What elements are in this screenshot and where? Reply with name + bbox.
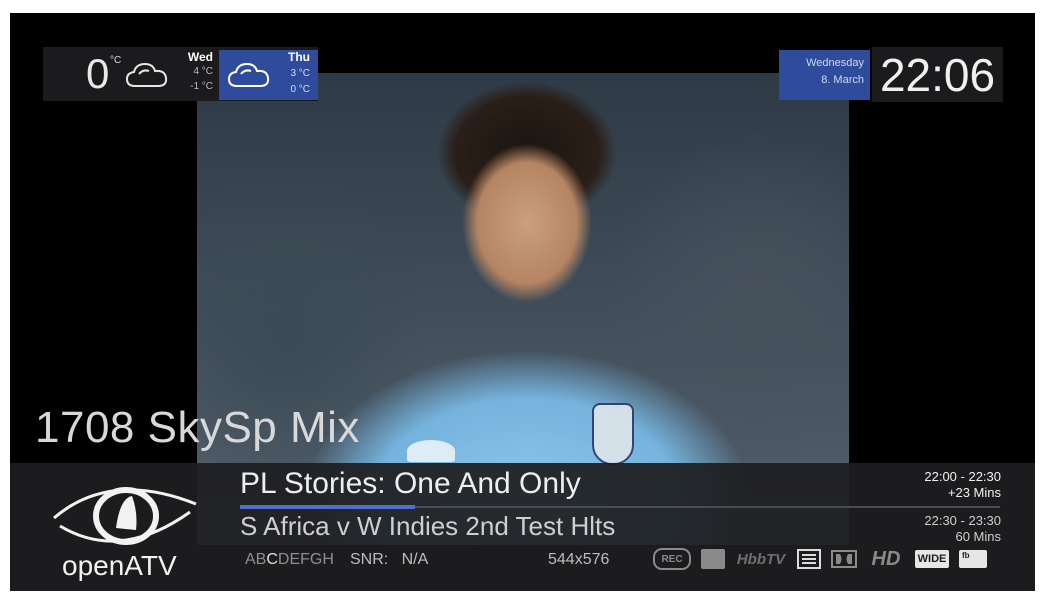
tomorrow-low: 0 °C xyxy=(290,84,310,95)
dolby-icon xyxy=(831,550,857,568)
caid-letters: AB xyxy=(245,551,267,568)
video-resolution: 544x576 xyxy=(548,551,610,568)
caid-letters: DEFGH xyxy=(277,551,334,568)
widescreen-icon: WIDE xyxy=(915,550,949,568)
temperature-unit: °C xyxy=(110,55,122,66)
today-low: -1 °C xyxy=(190,81,213,92)
snr-value: N/A xyxy=(401,551,429,568)
hbbtv-icon: HbbTV xyxy=(736,550,786,568)
tv-screen: 0 °C Wed 4 °C -1 °C Thu 3 °C 0 °C Wednes… xyxy=(10,13,1035,591)
now-remaining: +23 Mins xyxy=(947,485,1001,500)
subtitle-icon xyxy=(701,549,725,569)
next-duration: 60 Mins xyxy=(955,529,1001,544)
event-progress-bar xyxy=(240,505,1000,509)
tomorrow-forecast: Thu 3 °C 0 °C xyxy=(219,50,318,100)
date-day-month: 8. March xyxy=(821,74,864,86)
club-crest-icon xyxy=(592,403,634,465)
channel-name: 1708 SkySp Mix xyxy=(35,403,360,452)
cloud-icon xyxy=(227,62,270,87)
snr-label: SNR: xyxy=(350,551,389,568)
event-progress-fill xyxy=(240,505,415,509)
date-weekday: Wednesday xyxy=(806,57,864,69)
weather-panel: 0 °C Wed 4 °C -1 °C Thu 3 °C 0 °C xyxy=(43,47,318,101)
openatv-logo: openATV xyxy=(50,476,200,581)
kappa-logo-icon xyxy=(407,440,455,462)
caid-letters: C xyxy=(266,551,278,568)
next-time-range: 22:30 - 23:30 xyxy=(924,513,1001,528)
current-temperature: 0 xyxy=(86,50,110,97)
tomorrow-day: Thu xyxy=(288,50,310,64)
tomorrow-high: 3 °C xyxy=(290,68,310,79)
now-event-time: 22:00 - 22:30 +23 Mins xyxy=(924,469,1001,501)
now-time-range: 22:00 - 22:30 xyxy=(924,469,1001,484)
status-icons: REC HbbTV HD WIDE fb xyxy=(653,548,987,570)
next-event-time: 22:30 - 23:30 60 Mins xyxy=(924,513,1001,545)
infobar: openATV PL Stories: One And Only S Afric… xyxy=(10,463,1035,591)
caid-indicators: ABCDEFGH xyxy=(245,551,334,571)
snr-readout: SNR: N/A xyxy=(350,551,428,569)
hd-icon: HD xyxy=(871,547,901,570)
rec-icon: REC xyxy=(653,548,691,570)
now-event-title: PL Stories: One And Only xyxy=(240,467,581,500)
date-panel: Wednesday 8. March xyxy=(779,50,870,100)
today-day: Wed xyxy=(187,50,213,64)
frontend-icon: fb xyxy=(959,550,987,568)
today-forecast: Wed 4 °C -1 °C xyxy=(173,50,213,94)
logo-text: openATV xyxy=(62,550,177,581)
eye-logo-icon xyxy=(53,487,197,545)
cloud-icon xyxy=(125,62,168,87)
teletext-icon xyxy=(797,549,821,569)
clock: 22:06 xyxy=(872,47,1003,102)
next-event-title: S Africa v W Indies 2nd Test Hlts xyxy=(240,511,616,541)
today-high: 4 °C xyxy=(193,66,213,77)
